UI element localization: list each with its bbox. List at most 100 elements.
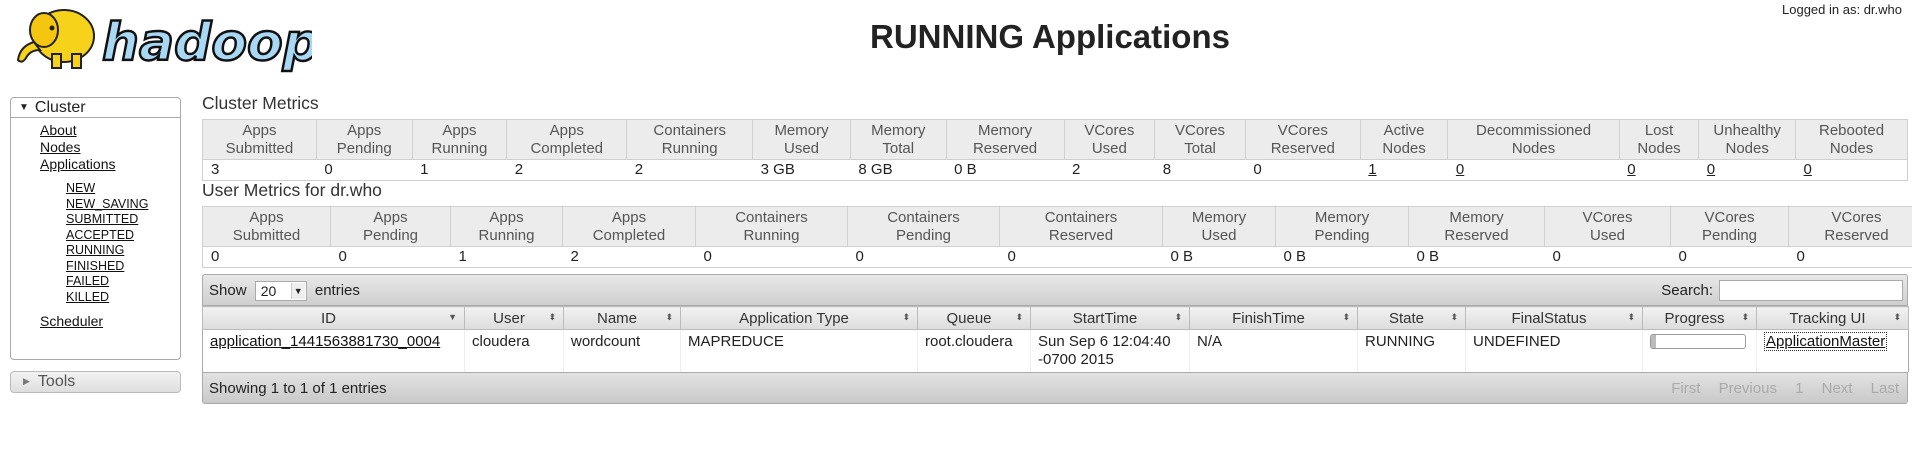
- metric-value-link[interactable]: 0: [1627, 161, 1635, 178]
- column-header-queue[interactable]: Queue ⬍: [917, 306, 1031, 330]
- metric-value: 2: [562, 246, 696, 268]
- metric-value: 0: [1795, 159, 1908, 181]
- user-metrics-value-row: 00120000 B0 B0 B000: [202, 246, 1912, 268]
- metric-header-line: Nodes: [1511, 139, 1556, 157]
- triangle-down-icon: ▼: [19, 102, 29, 113]
- column-header-label: FinalStatus: [1511, 309, 1587, 327]
- metric-header: Containers Pending: [847, 206, 1000, 247]
- cell-tracking-ui: ApplicationMaster: [1756, 329, 1909, 372]
- pagination-next[interactable]: Next: [1822, 380, 1853, 397]
- column-header-label: StartTime: [1072, 309, 1138, 327]
- metric-header: Rebooted Nodes: [1795, 119, 1908, 160]
- nav-link-nodes[interactable]: Nodes: [40, 139, 180, 156]
- sort-both-icon: ⬍: [1174, 312, 1182, 322]
- metric-value: 0 B: [1275, 246, 1409, 268]
- triangle-right-icon: ▶: [23, 376, 30, 386]
- metric-header-line: VCores: [1831, 208, 1882, 226]
- metric-header: Containers Running: [695, 206, 848, 247]
- nav-link-scheduler[interactable]: Scheduler: [40, 313, 180, 330]
- metric-header: Decommissioned Nodes: [1447, 119, 1620, 160]
- metric-header: Memory Pending: [1275, 206, 1409, 247]
- cell-start-time: Sun Sep 6 12:04:40 -0700 2015: [1030, 329, 1190, 372]
- tools-panel-header[interactable]: ▶ Tools: [10, 371, 181, 393]
- metric-header: Lost Nodes: [1618, 119, 1700, 160]
- metric-header: VCores Reserved: [1244, 119, 1361, 160]
- metric-header: Apps Submitted: [202, 119, 317, 160]
- column-header-label: Name: [596, 309, 637, 327]
- sort-both-icon: ⬍: [548, 312, 556, 322]
- metric-header-line: Total: [882, 139, 915, 157]
- pagination-first[interactable]: First: [1671, 380, 1700, 397]
- nav-state-failed[interactable]: FAILED: [66, 274, 180, 290]
- search-input[interactable]: [1719, 280, 1903, 301]
- metric-header-line: VCores: [1704, 208, 1755, 226]
- column-header-id[interactable]: ID ▼: [202, 306, 465, 330]
- application-id-link[interactable]: application_1441563881730_0004: [210, 333, 440, 350]
- metric-value-link[interactable]: 0: [1804, 161, 1812, 178]
- column-header-state[interactable]: State ⬍: [1357, 306, 1466, 330]
- metric-header-line: Running: [743, 226, 800, 244]
- nav-state-submitted[interactable]: SUBMITTED: [66, 212, 180, 228]
- column-header-name[interactable]: Name ⬍: [563, 306, 681, 330]
- column-header-user[interactable]: User ⬍: [464, 306, 564, 330]
- metric-value-link[interactable]: 0: [1456, 161, 1464, 178]
- column-header-label: Progress: [1664, 309, 1725, 327]
- metric-header-line: Active: [1383, 121, 1425, 139]
- page-length-control: Show 20 ▼ entries: [209, 281, 360, 301]
- metric-header-line: Apps: [249, 208, 284, 226]
- column-header-label: Tracking UI: [1789, 309, 1866, 327]
- metric-header-line: Submitted: [225, 139, 294, 157]
- metric-header-line: Containers: [735, 208, 808, 226]
- pagination-last[interactable]: Last: [1871, 380, 1899, 397]
- pagination-previous[interactable]: Previous: [1719, 380, 1777, 397]
- metric-header-line: Decommissioned: [1476, 121, 1592, 139]
- nav-state-killed[interactable]: KILLED: [66, 290, 180, 306]
- pagination-page-1[interactable]: 1: [1795, 380, 1803, 397]
- table-toolbar: Show 20 ▼ entries Search:: [202, 274, 1908, 306]
- metric-header-line: Apps: [549, 121, 584, 139]
- cluster-metrics-header-row: Apps Submitted Apps Pending Apps Running Apps C…: [202, 119, 1908, 160]
- search-label: Search:: [1661, 282, 1713, 299]
- nav-link-applications[interactable]: Applications: [40, 156, 180, 173]
- column-header-progress[interactable]: Progress ⬍: [1642, 306, 1757, 330]
- metric-value: 0: [1447, 159, 1620, 181]
- sort-both-icon: ⬍: [1627, 312, 1635, 322]
- nav-state-finished[interactable]: FINISHED: [66, 259, 180, 275]
- column-header-finishtime[interactable]: FinishTime ⬍: [1189, 306, 1358, 330]
- metric-header-line: VCores: [1277, 121, 1328, 139]
- column-header-label: State: [1388, 309, 1425, 327]
- pagination: First Previous 1 Next Last: [1657, 380, 1899, 397]
- metric-header-line: Memory: [977, 121, 1033, 139]
- metric-header: Containers Reserved: [999, 206, 1163, 247]
- metric-header-line: Pending: [336, 139, 392, 157]
- table-info: Showing 1 to 1 of 1 entries: [209, 380, 387, 397]
- metric-header: Unhealthy Nodes: [1698, 119, 1797, 160]
- metric-header-line: Apps: [242, 121, 277, 139]
- cluster-panel-header[interactable]: ▼ Cluster: [10, 97, 181, 118]
- metric-header-line: Running: [661, 139, 718, 157]
- metric-header-line: Unhealthy: [1713, 121, 1781, 139]
- column-header-starttime[interactable]: StartTime ⬍: [1030, 306, 1190, 330]
- metric-header-line: Lost: [1644, 121, 1674, 139]
- metric-header: VCores Used: [1063, 119, 1156, 160]
- metric-value-link[interactable]: 0: [1707, 161, 1715, 178]
- metric-value-link[interactable]: 1: [1368, 161, 1376, 178]
- nav-state-new-saving[interactable]: NEW_SAVING: [66, 197, 180, 213]
- column-header-tracking-ui[interactable]: Tracking UI ⬍: [1756, 306, 1909, 330]
- tracking-ui-link[interactable]: ApplicationMaster: [1764, 332, 1888, 351]
- nav-link-about[interactable]: About: [40, 122, 180, 139]
- page-length-select[interactable]: 20 ▼: [254, 281, 307, 301]
- nav-state-accepted[interactable]: ACCEPTED: [66, 228, 180, 244]
- metric-value: 0: [1544, 246, 1671, 268]
- metric-header-line: Running: [478, 226, 535, 244]
- metric-value: 0: [1788, 246, 1912, 268]
- column-header-application-type[interactable]: Application Type ⬍: [680, 306, 918, 330]
- metric-header-line: Used: [1091, 139, 1127, 157]
- column-header-finalstatus[interactable]: FinalStatus ⬍: [1465, 306, 1643, 330]
- metric-value: 8 GB: [850, 159, 947, 181]
- nav-state-new[interactable]: NEW: [66, 181, 180, 197]
- metric-header: VCores Used: [1544, 206, 1671, 247]
- nav-state-running[interactable]: RUNNING: [66, 243, 180, 259]
- user-metrics-header-row: Apps Submitted Apps Pending Apps Running Apps C…: [202, 206, 1912, 247]
- cluster-metrics-title: Cluster Metrics: [202, 93, 319, 113]
